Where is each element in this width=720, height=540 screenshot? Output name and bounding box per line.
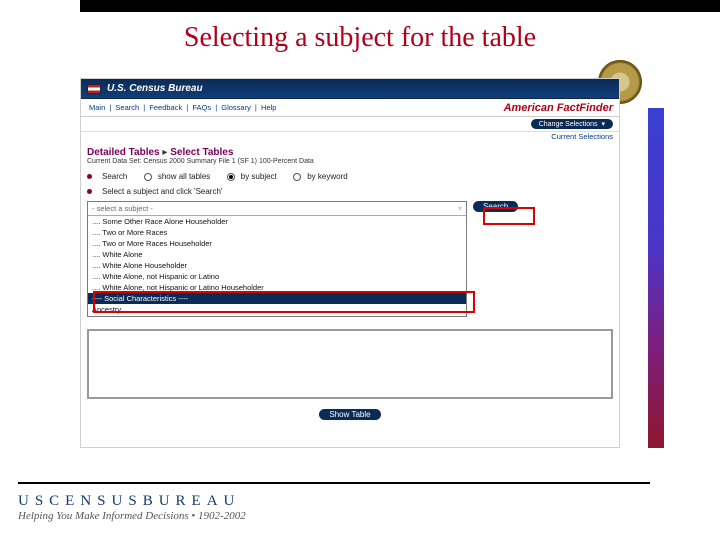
chevron-down-icon: ▾ [601,121,605,128]
breadcrumb-current: Select Tables [170,147,233,158]
radio-show-all[interactable] [144,173,152,181]
radio-by-keyword[interactable] [293,173,301,181]
list-item[interactable]: Ancestry [88,304,466,315]
list-item[interactable]: .... Some Other Race Alone Householder [88,216,466,227]
current-dataset: Current Data Set: Census 2000 Summary Fi… [81,158,619,169]
chevron-down-icon [456,204,462,213]
current-selections-link[interactable]: Current Selections [551,132,613,141]
subject-select-placeholder: - select a subject - [92,204,153,213]
bullet-icon [87,189,92,194]
list-item[interactable]: .... White Alone Householder [88,260,466,271]
list-item[interactable]: .... Other [88,315,466,316]
list-item[interactable]: .... Two or More Races [88,227,466,238]
radio-by-subject[interactable] [227,173,235,181]
current-selections-row: Current Selections [81,132,619,143]
gradient-stripe [648,108,664,448]
select-prompt: Select a subject and click 'Search' [102,187,222,196]
footer-tagline: Helping You Make Informed Decisions • 19… [18,510,246,522]
aff-header: Main | Search | Feedback | FAQs | Glossa… [81,99,619,117]
slide: Selecting a subject for the table U.S. C… [0,0,720,540]
top-accent-bar [0,0,720,12]
divider [18,482,650,484]
bullet-icon [87,174,92,179]
slide-footer: USCENSUSBUREAU Helping You Make Informed… [18,493,246,522]
flag-icon [87,84,101,94]
change-selections-button[interactable]: Change Selections▾ [531,119,613,129]
list-item[interactable]: .... White Alone, not Hispanic or Latino… [88,282,466,293]
nav-feedback[interactable]: Feedback [147,103,184,112]
census-bureau-header: U.S. Census Bureau [81,79,619,99]
nav-faqs[interactable]: FAQs [190,103,213,112]
nav-main[interactable]: Main [87,103,107,112]
radio-by-keyword-label: by keyword [307,172,347,181]
radio-by-subject-label: by subject [241,172,277,181]
show-table-button[interactable]: Show Table [319,409,380,420]
filter-label: Search [102,172,127,181]
screenshot-panel: U.S. Census Bureau Main | Search | Feedb… [80,78,620,448]
list-item[interactable]: .... White Alone [88,249,466,260]
nav-links: Main | Search | Feedback | FAQs | Glossa… [87,103,278,112]
aff-brand: American FactFinder [504,102,613,114]
nav-glossary[interactable]: Glossary [219,103,253,112]
radio-show-all-label: show all tables [158,172,210,181]
list-item-selected[interactable]: ---- Social Characteristics ---- [88,293,466,304]
nav-search[interactable]: Search [113,103,141,112]
subject-options[interactable]: .... Some Other Race Alone Householder .… [88,216,466,316]
breadcrumb-page[interactable]: Detailed Tables [87,147,160,158]
selection-bar: Change Selections▾ [81,117,619,132]
search-button[interactable]: Search [473,201,518,212]
list-item[interactable]: .... White Alone, not Hispanic or Latino [88,271,466,282]
filter-row: Search show all tables by subject by key… [81,169,619,184]
slide-title: Selecting a subject for the table [0,22,720,54]
select-prompt-row: Select a subject and click 'Search' [81,184,619,199]
breadcrumb: Detailed Tables ▸ Select Tables [81,143,619,158]
bureau-label: U.S. Census Bureau [107,83,203,94]
subject-select[interactable]: - select a subject - .... Some Other Rac… [87,201,467,317]
footer-brand: USCENSUSBUREAU [18,493,246,510]
list-item[interactable]: .... Two or More Races Householder [88,238,466,249]
nav-help[interactable]: Help [259,103,278,112]
results-box[interactable] [87,329,613,399]
